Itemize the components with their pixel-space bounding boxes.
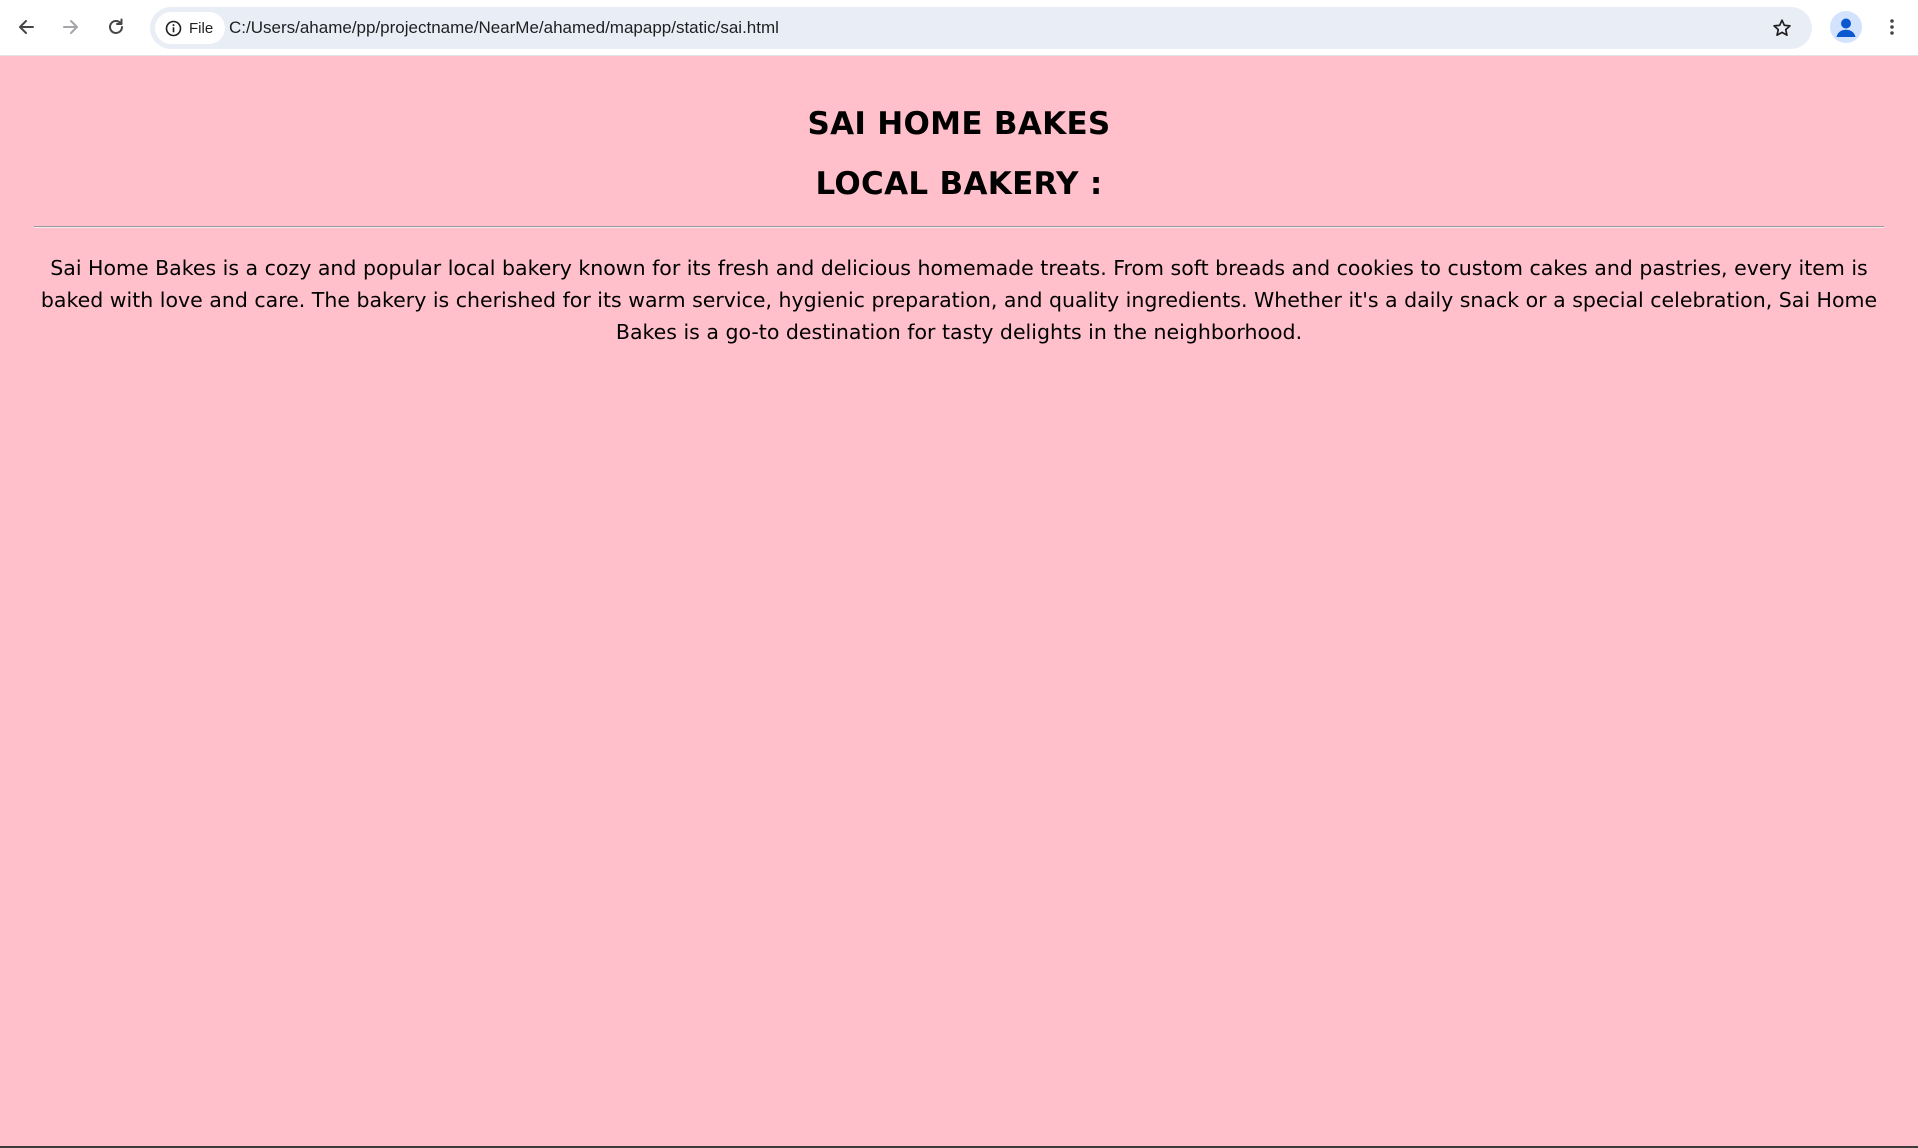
forward-button[interactable] xyxy=(54,10,88,44)
bakery-description: Sai Home Bakes is a cozy and popular loc… xyxy=(40,256,1878,344)
reload-icon xyxy=(109,18,123,34)
forward-arrow-icon xyxy=(63,20,78,34)
address-bar[interactable]: File C:/Users/ahame/pp/projectname/NearM… xyxy=(150,7,1812,49)
browser-toolbar: File C:/Users/ahame/pp/projectname/NearM… xyxy=(0,0,1918,56)
info-icon xyxy=(165,20,182,36)
site-info-label: File xyxy=(189,19,214,37)
back-button[interactable] xyxy=(9,10,43,44)
site-info-chip[interactable]: File xyxy=(155,12,226,44)
reload-button[interactable] xyxy=(99,10,133,44)
vertical-dots-icon xyxy=(1890,19,1894,35)
browser-menu-button[interactable] xyxy=(1875,10,1909,44)
divider xyxy=(34,226,1884,228)
page-subtitle: LOCAL BAKERY : xyxy=(815,166,1103,202)
page-content: SAI HOME BAKES LOCAL BAKERY : Sai Home B… xyxy=(0,56,1918,1148)
page-title: SAI HOME BAKES xyxy=(807,106,1111,142)
bookmark-button[interactable] xyxy=(1766,12,1798,44)
url-text[interactable]: C:/Users/ahame/pp/projectname/NearMe/aha… xyxy=(229,7,779,49)
person-icon xyxy=(1836,18,1856,37)
star-icon xyxy=(1773,19,1791,36)
back-arrow-icon xyxy=(19,20,34,34)
profile-avatar[interactable] xyxy=(1830,11,1862,43)
